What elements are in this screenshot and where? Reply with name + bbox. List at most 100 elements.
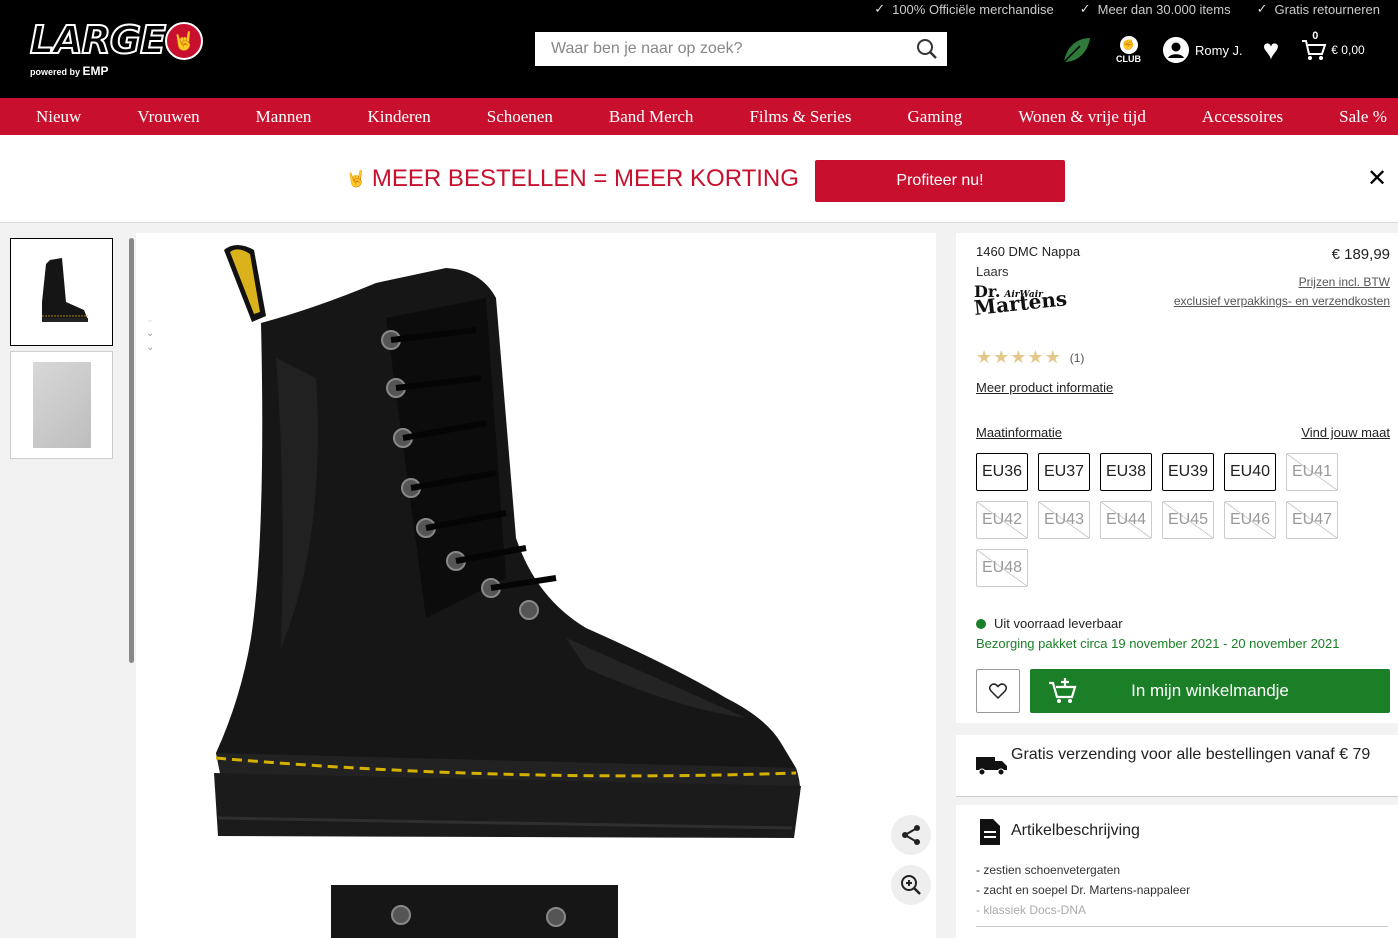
rating-stars[interactable]: ★ ★ ★ ★ ★ (1) (976, 347, 1084, 368)
delivery-estimate: Bezorging pakket circa 19 november 2021 … (976, 636, 1340, 651)
usp-item: ✓ 100% Officiële merchandise (874, 0, 1054, 18)
nav-item-films-series[interactable]: Films & Series (749, 107, 851, 127)
search-icon[interactable] (907, 32, 947, 66)
nav-item-kinderen[interactable]: Kinderen (367, 107, 430, 127)
thumbnail-boot-detail[interactable] (10, 351, 113, 459)
usp-item: ✓ Meer dan 30.000 items (1080, 0, 1231, 18)
leaf-icon[interactable] (1060, 34, 1092, 66)
nav-item-vrouwen[interactable]: Vrouwen (137, 107, 199, 127)
thumbnail-list (0, 223, 134, 938)
size-option[interactable]: EU38 (1100, 453, 1152, 491)
zoom-button[interactable] (891, 865, 931, 905)
cart-button[interactable]: 0 € 0,00 (1301, 30, 1365, 62)
add-to-wishlist-button[interactable] (976, 669, 1020, 713)
heart-outline-icon (989, 683, 1007, 699)
description-item: - zestien schoenvetergaten (976, 863, 1121, 877)
size-option-unavailable[interactable]: EU48 (976, 549, 1028, 587)
size-option-unavailable[interactable]: EU47 (1286, 501, 1338, 539)
nav-item-gaming[interactable]: Gaming (908, 107, 963, 127)
size-option-unavailable[interactable]: EU41 (1286, 453, 1338, 491)
promo-text: MEER BESTELLEN = MEER KORTING (371, 165, 799, 192)
divider (976, 926, 1388, 927)
shipping-info-panel: Gratis verzending voor alle bestellingen… (956, 735, 1398, 797)
search-input[interactable] (535, 32, 907, 66)
nav-item-band-merch[interactable]: Band Merch (609, 107, 694, 127)
search-box (535, 32, 947, 66)
description-panel: Artikelbeschrijving - zestien schoenvete… (956, 805, 1398, 938)
main-nav: Nieuw Vrouwen Mannen Kinderen Schoenen B… (0, 98, 1398, 135)
logo-sub-text: powered by (30, 67, 81, 77)
promo-button[interactable]: Profiteer nu! (815, 160, 1065, 202)
usp-text: 100% Officiële merchandise (892, 1, 1054, 17)
product-second-image[interactable] (331, 885, 618, 938)
thumbnail-boot-side[interactable] (10, 238, 113, 346)
description-item: - klassiek Docs-DNA (976, 903, 1087, 917)
size-option-unavailable[interactable]: EU45 (1162, 501, 1214, 539)
logo-text: LARGE (29, 17, 167, 63)
user-name: Romy J. (1195, 42, 1243, 58)
description-title[interactable]: Artikelbeschrijving (1011, 822, 1140, 840)
truck-icon (976, 757, 1007, 776)
user-icon (1163, 37, 1189, 63)
promo-banner: 🤘 MEER BESTELLEN = MEER KORTING Profitee… (0, 135, 1398, 223)
cart-count: 0 (1312, 30, 1319, 42)
club-button[interactable]: ✊ CLUB (1116, 36, 1141, 64)
boot-detail-thumbnail-image (32, 362, 91, 448)
product-gallery: ⌄ ⌄ ⌄ (136, 233, 936, 938)
star-icon: ★ (976, 347, 993, 367)
account-button[interactable]: Romy J. (1163, 37, 1243, 63)
star-icon: ★ (993, 347, 1010, 367)
logo-sub-brand: EMP (82, 64, 109, 78)
star-icon: ★ (1044, 347, 1061, 367)
nav-item-sale[interactable]: Sale % (1339, 107, 1387, 127)
size-info-link[interactable]: Maatinformatie (976, 425, 1062, 440)
nav-item-mannen[interactable]: Mannen (256, 107, 312, 127)
top-header: ✓ 100% Officiële merchandise ✓ Meer dan 30… (0, 0, 1398, 98)
nav-item-accessoires[interactable]: Accessoires (1202, 107, 1283, 127)
size-option[interactable]: EU36 (976, 453, 1028, 491)
cart-total: € 0,00 (1331, 43, 1365, 57)
club-label: CLUB (1116, 54, 1141, 64)
description-item: - zacht en soepel Dr. Martens-nappaleer (976, 883, 1191, 897)
check-icon: ✓ (1256, 1, 1268, 16)
add-to-cart-button[interactable]: In mijn winkelmandje (1030, 669, 1390, 713)
header-icons: ✊ CLUB Romy J. ♥ 0 € 0,00 (1060, 30, 1365, 70)
price-note-shipping[interactable]: exclusief verpakkings- en verzendkosten (1174, 294, 1390, 308)
size-option[interactable]: EU37 (1038, 453, 1090, 491)
product-info-panel: 1460 DMC Nappa Laars € 189,99 Prijzen in… (956, 233, 1398, 723)
price-note-vat[interactable]: Prijzen incl. BTW (1299, 275, 1390, 289)
site-logo[interactable]: LARGE 🤘 powered by EMP (29, 17, 210, 78)
share-button[interactable] (891, 815, 931, 855)
add-to-cart-icon (1049, 678, 1077, 703)
brand-line2: Martens (972, 286, 1069, 321)
gallery-scroll-arrows[interactable]: ⌄ ⌄ ⌄ (146, 313, 154, 355)
size-option-unavailable[interactable]: EU44 (1100, 501, 1152, 539)
product-price: € 189,99 (1331, 246, 1390, 263)
product-name: 1460 DMC Nappa (976, 244, 1081, 259)
promo-text-wrap: 🤘 MEER BESTELLEN = MEER KORTING (346, 165, 799, 193)
size-option[interactable]: EU39 (1162, 453, 1214, 491)
wishlist-heart-icon[interactable]: ♥ (1263, 36, 1280, 64)
size-option[interactable]: EU40 (1224, 453, 1276, 491)
nav-item-wonen[interactable]: Wonen & vrije tijd (1018, 107, 1146, 127)
shipping-text: Gratis verzending voor alle bestellingen… (1011, 746, 1371, 763)
size-option-unavailable[interactable]: EU43 (1038, 501, 1090, 539)
brand-logo[interactable]: Dr. AirWair Martens (972, 283, 1069, 321)
close-icon[interactable]: ✕ (1367, 167, 1387, 191)
more-info-link[interactable]: Meer product informatie (976, 380, 1113, 395)
club-icon: ✊ (1119, 36, 1138, 54)
description-list: - zestien schoenvetergaten - zacht en so… (976, 860, 1190, 920)
document-icon (980, 819, 1000, 845)
size-option-unavailable[interactable]: EU42 (976, 501, 1028, 539)
size-option-unavailable[interactable]: EU46 (1224, 501, 1276, 539)
chevron-down-icon: ⌄ (146, 314, 155, 325)
size-selector: EU36 EU37 EU38 EU39 EU40 EU41 EU42 EU43 … (976, 453, 1376, 587)
nav-item-schoenen[interactable]: Schoenen (487, 107, 553, 127)
nav-item-nieuw[interactable]: Nieuw (36, 107, 81, 127)
find-size-link[interactable]: Vind jouw maat (1301, 425, 1390, 440)
product-type: Laars (976, 264, 1009, 279)
rating-count: (1) (1069, 350, 1085, 365)
thumbnail-scrollbar[interactable] (129, 238, 134, 663)
product-main-image[interactable] (206, 238, 856, 848)
boot-second-image (331, 885, 618, 938)
